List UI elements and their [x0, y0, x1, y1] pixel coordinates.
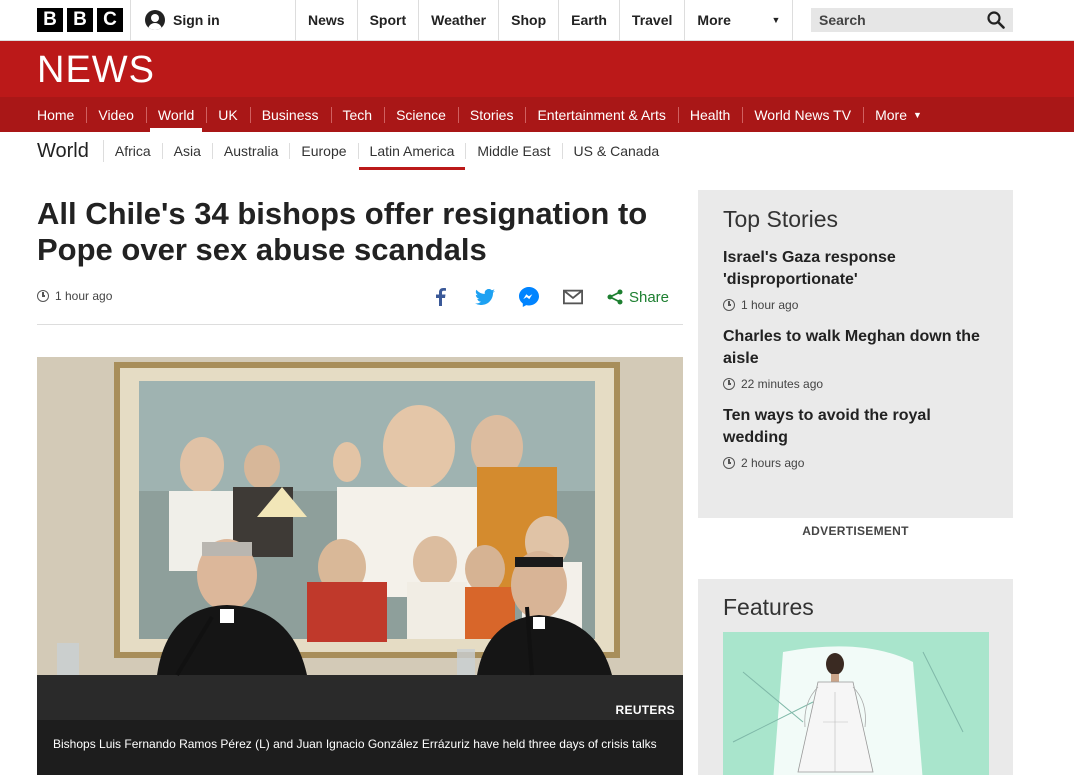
bishops-photo — [37, 357, 683, 775]
nav-item-tech[interactable]: Tech — [330, 97, 385, 132]
top-nav-more[interactable]: More ▼ — [685, 0, 794, 40]
user-icon — [145, 10, 165, 30]
top-nav-weather[interactable]: Weather — [419, 0, 500, 40]
top-nav-more-label: More — [697, 12, 731, 28]
story-timestamp: 2 hours ago — [723, 456, 988, 470]
clock-icon — [723, 457, 735, 469]
sign-in-link[interactable]: Sign in — [130, 0, 296, 40]
features-panel: Features — [698, 579, 1013, 775]
top-stories-title: Top Stories — [723, 206, 839, 232]
main-nav: Home Video World UK Business Tech Scienc… — [0, 97, 1074, 132]
twitter-icon[interactable] — [474, 287, 495, 307]
section-item-europe[interactable]: Europe — [290, 143, 359, 159]
feature-image[interactable] — [723, 632, 989, 775]
search-placeholder: Search — [819, 12, 866, 28]
clock-icon — [723, 299, 735, 311]
news-banner: NEWS — [0, 41, 1074, 97]
caret-down-icon: ▼ — [912, 109, 922, 120]
story-timestamp: 1 hour ago — [723, 298, 988, 312]
top-story-item[interactable]: Ten ways to avoid the royal wedding 2 ho… — [723, 405, 988, 470]
section-item-middle-east[interactable]: Middle East — [466, 143, 563, 159]
section-title[interactable]: World — [37, 140, 104, 162]
search-input[interactable]: Search — [811, 8, 1013, 32]
news-logo[interactable]: NEWS — [37, 51, 155, 89]
image-credit: REUTERS — [615, 703, 675, 717]
top-nav-earth[interactable]: Earth — [559, 0, 620, 40]
top-nav-shop[interactable]: Shop — [499, 0, 560, 40]
masthead: B B C Sign in News Sport Weather Shop Ea… — [0, 0, 1074, 41]
nav-item-uk[interactable]: UK — [206, 97, 249, 132]
article-image: REUTERS Bishops Luis Fernando Ramos Pére… — [37, 357, 683, 775]
features-title: Features — [723, 594, 814, 620]
nav-item-business[interactable]: Business — [249, 97, 331, 132]
nav-item-home[interactable]: Home — [25, 97, 86, 132]
nav-item-world[interactable]: World — [145, 97, 206, 132]
section-item-australia[interactable]: Australia — [213, 143, 291, 159]
caret-down-icon: ▼ — [771, 15, 781, 25]
article-meta: 1 hour ago Share — [37, 283, 683, 325]
top-story-item[interactable]: Israel's Gaza response 'disproportionate… — [723, 247, 988, 312]
wedding-dress-illustration — [723, 632, 989, 775]
image-caption: Bishops Luis Fernando Ramos Pérez (L) an… — [37, 720, 683, 775]
story-timestamp: 22 minutes ago — [723, 377, 988, 391]
share-label: Share — [628, 288, 669, 306]
share-tools: Share — [431, 287, 669, 307]
search-icon[interactable] — [987, 11, 1005, 29]
nav-item-health[interactable]: Health — [677, 97, 742, 132]
nav-item-video[interactable]: Video — [86, 97, 146, 132]
story-time-text: 22 minutes ago — [741, 377, 824, 391]
sign-in-label: Sign in — [173, 12, 220, 28]
top-nav: News Sport Weather Shop Earth Travel Mor… — [296, 0, 794, 40]
article-timestamp: 1 hour ago — [37, 289, 112, 303]
clock-icon — [723, 378, 735, 390]
section-item-asia[interactable]: Asia — [163, 143, 213, 159]
nav-item-science[interactable]: Science — [384, 97, 458, 132]
timestamp-text: 1 hour ago — [55, 289, 113, 303]
section-item-latin-america[interactable]: Latin America — [358, 143, 467, 170]
top-story-item[interactable]: Charles to walk Meghan down the aisle 22… — [723, 326, 988, 391]
top-nav-sport[interactable]: Sport — [358, 0, 420, 40]
nav-more-label: More — [875, 106, 907, 123]
bbc-logo-letter: B — [37, 8, 63, 32]
section-item-us-canada[interactable]: US & Canada — [563, 143, 671, 159]
bbc-logo-letter: B — [67, 8, 93, 32]
section-nav: World Africa Asia Australia Europe Latin… — [37, 132, 670, 170]
clock-icon — [37, 290, 49, 302]
story-time-text: 1 hour ago — [741, 298, 799, 312]
advertisement-label: ADVERTISEMENT — [802, 524, 909, 538]
top-nav-news[interactable]: News — [296, 0, 358, 40]
section-item-africa[interactable]: Africa — [104, 143, 163, 159]
bbc-logo[interactable]: B B C — [37, 8, 123, 32]
facebook-icon[interactable] — [431, 287, 451, 307]
nav-item-entertainment[interactable]: Entertainment & Arts — [525, 97, 677, 132]
story-time-text: 2 hours ago — [741, 456, 805, 470]
top-stories-panel: Top Stories Israel's Gaza response 'disp… — [698, 190, 1013, 518]
nav-item-world-news-tv[interactable]: World News TV — [742, 97, 863, 132]
top-nav-travel[interactable]: Travel — [620, 0, 686, 40]
nav-item-stories[interactable]: Stories — [457, 97, 526, 132]
article-headline: All Chile's 34 bishops offer resignation… — [37, 196, 648, 267]
nav-item-more[interactable]: More ▼ — [863, 97, 934, 132]
messenger-icon[interactable] — [518, 287, 539, 307]
story-title[interactable]: Charles to walk Meghan down the aisle — [723, 326, 988, 370]
email-icon[interactable] — [562, 287, 583, 307]
share-icon — [607, 289, 623, 305]
story-title[interactable]: Israel's Gaza response 'disproportionate… — [723, 247, 988, 291]
story-title[interactable]: Ten ways to avoid the royal wedding — [723, 405, 988, 449]
bbc-logo-letter: C — [97, 8, 123, 32]
share-button[interactable]: Share — [607, 289, 669, 306]
